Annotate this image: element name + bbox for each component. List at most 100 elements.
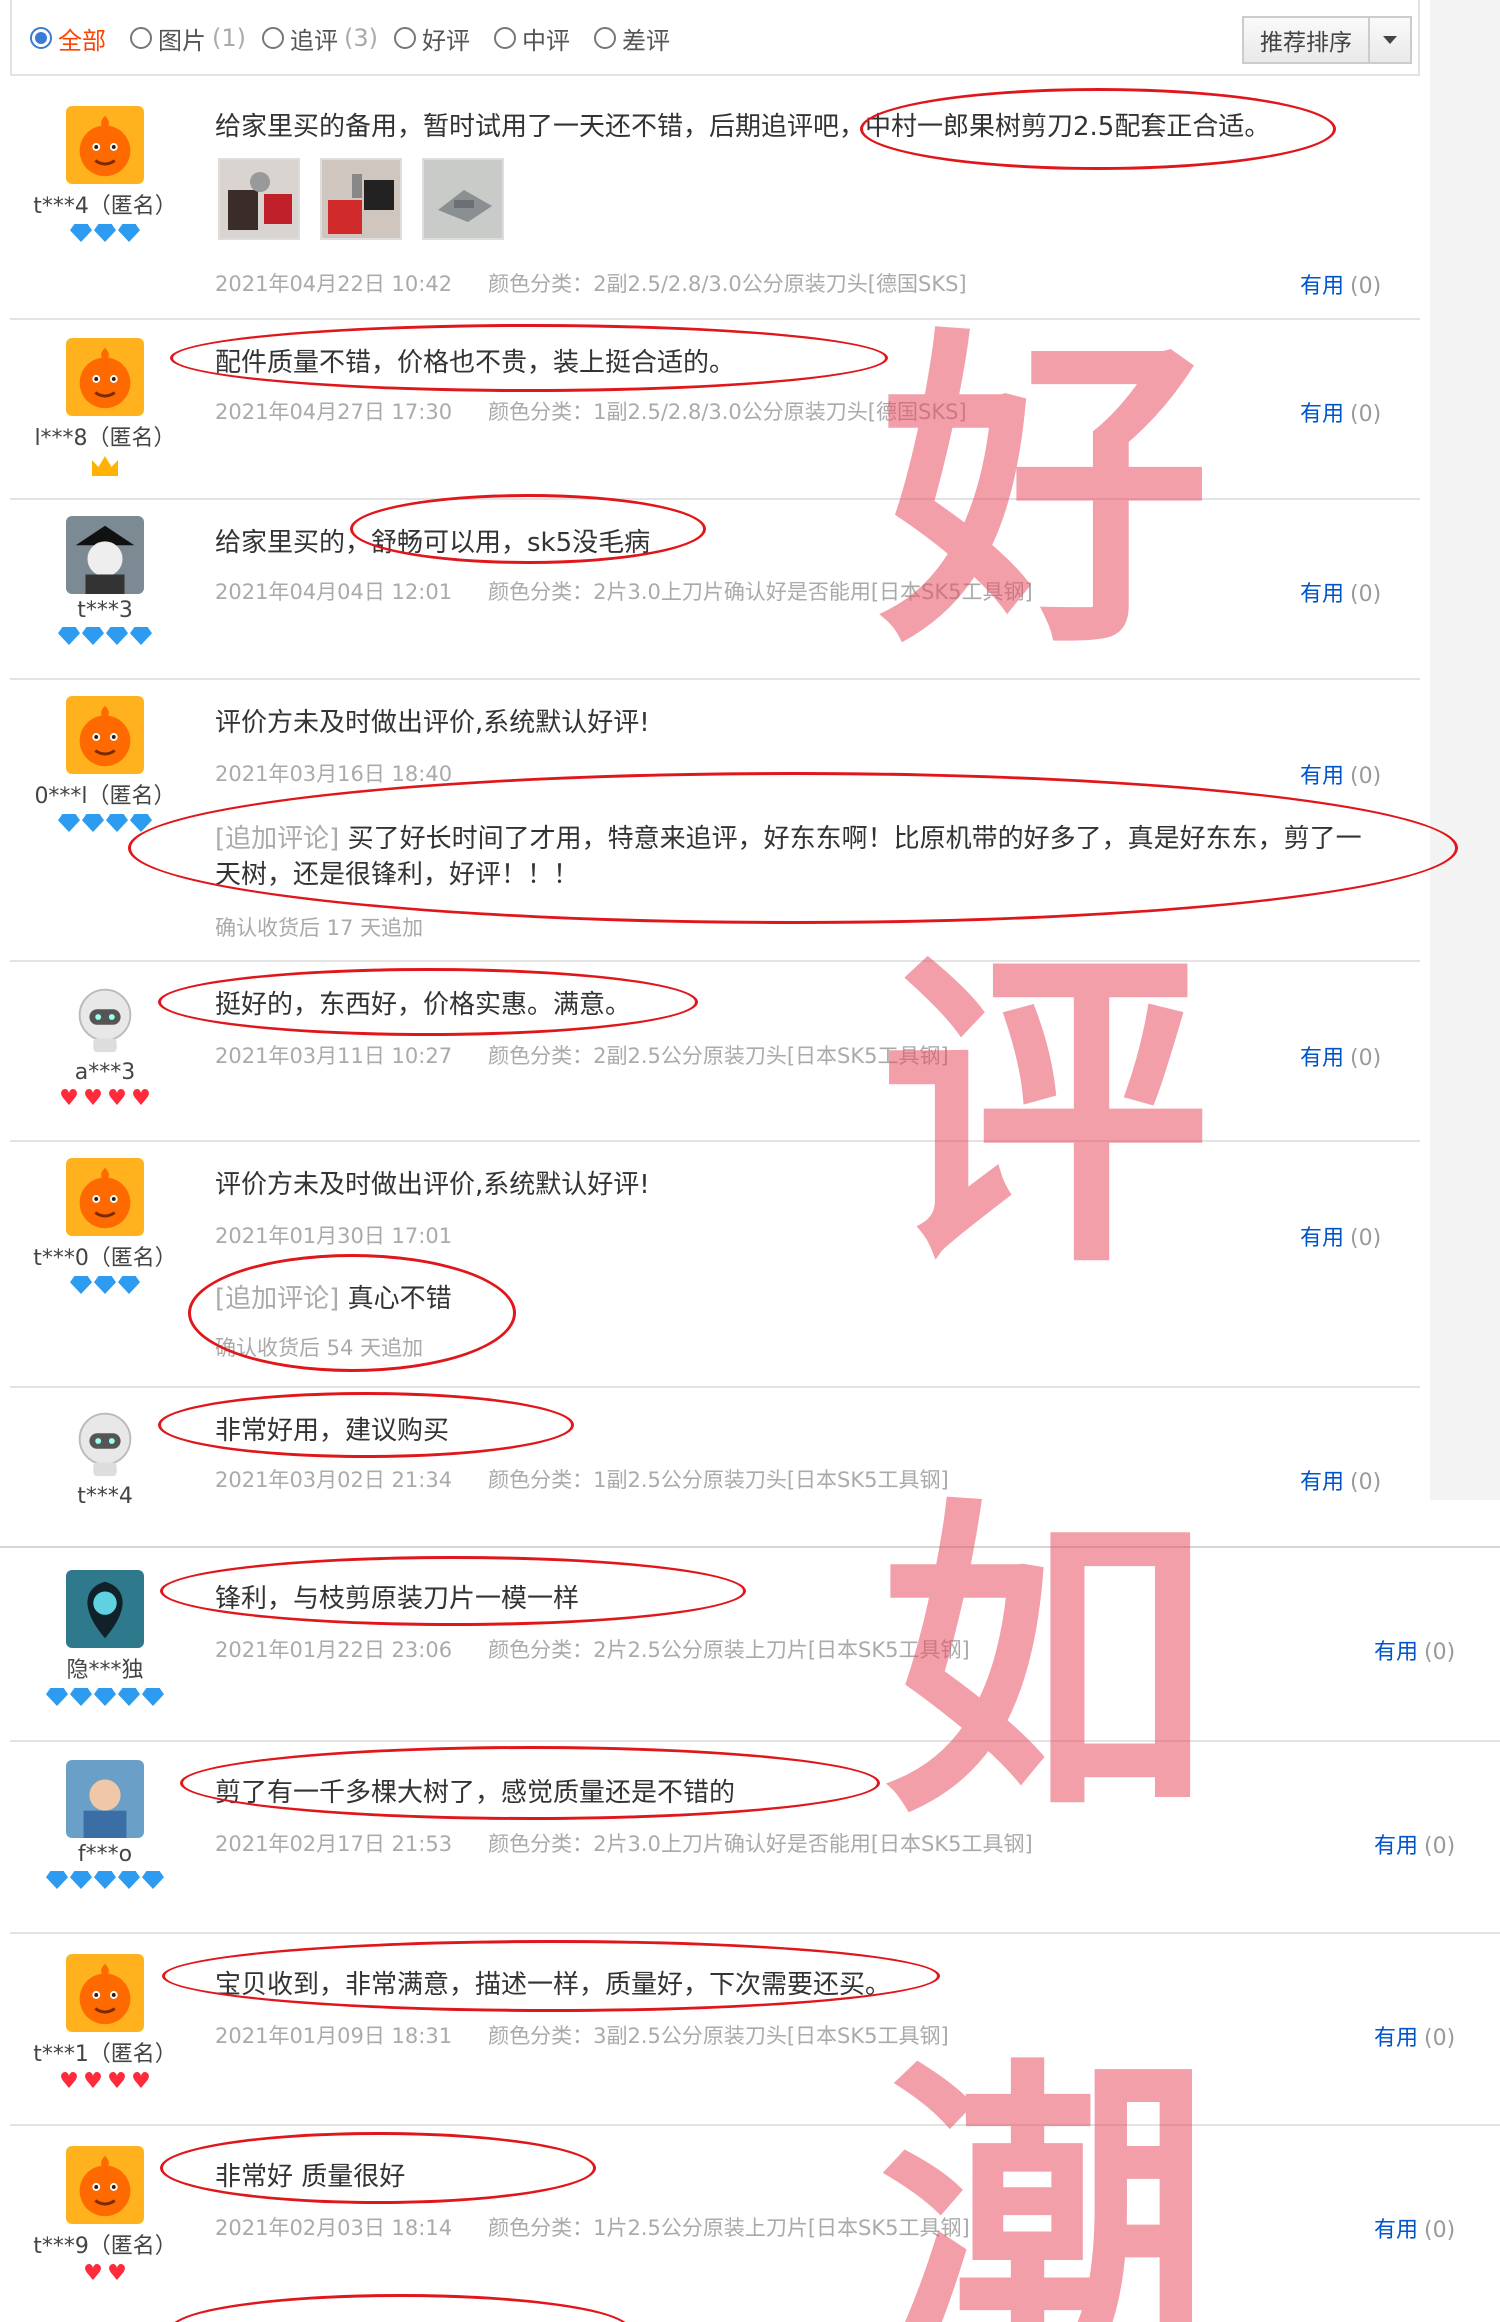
chevron-down-icon[interactable] [1370, 36, 1410, 44]
review-text: 给家里买的，舒畅可以用，sk5没毛病 [215, 528, 651, 558]
review-item: t***4（匿名） 给家里买的备用，暂时试用了一天还不错，后期追评吧，中村一郎果… [10, 78, 1420, 320]
review-photo[interactable] [422, 158, 504, 240]
review-item: l***8（匿名） 配件质量不错，价格也不贵，装上挺合适的。 2021年04月2… [10, 320, 1420, 500]
panel-divider [0, 1508, 1500, 1548]
review-meta: 2021年04月22日 10:42 颜色分类：2副2.5/2.8/3.0公分原装刀… [215, 272, 967, 296]
review-text: 锋利，与枝剪原装刀片一模一样 [215, 1584, 580, 1614]
filter-followup[interactable]: 追评 (3) [262, 18, 378, 58]
useful-button[interactable]: 有用 (0) [1300, 268, 1381, 300]
review-item: f***o 剪了有一千多棵大树了，感觉质量还是不错的 2021年02月17日 2… [10, 1742, 1500, 1934]
radio-icon[interactable] [262, 27, 284, 49]
radio-icon[interactable] [394, 27, 416, 49]
useful-button[interactable]: 有用 (0) [1300, 758, 1381, 790]
review-meta: 2021年03月11日 10:27 颜色分类：2副2.5公分原装刀头[日本SK5工… [215, 1044, 949, 1068]
review-filter-bar: 全部 图片 (1) 追评 (3) 好评 中评 差评 推荐排序 [10, 0, 1420, 76]
avatar[interactable] [66, 1158, 144, 1236]
useful-button[interactable]: 有用 (0) [1300, 1220, 1381, 1252]
review-item: t***3 给家里买的，舒畅可以用，sk5没毛病 2021年04月04日 12:… [10, 494, 1420, 680]
review-item: a***3 ♥ ♥ ♥ ♥ 挺好的，东西好，价格实惠。满意。 2021年03月11日 … [10, 962, 1420, 1142]
avatar[interactable] [66, 516, 144, 594]
avatar[interactable] [66, 1570, 144, 1648]
review-item: t***0（匿名） 评价方未及时做出评价,系统默认好评! 2021年01月30日… [10, 1142, 1420, 1388]
filter-positive[interactable]: 好评 [394, 18, 470, 58]
filter-all[interactable]: 全部 [30, 18, 106, 58]
useful-button[interactable]: 有用 (0) [1300, 1040, 1381, 1072]
review-photo[interactable] [218, 158, 300, 240]
avatar[interactable] [66, 1760, 144, 1838]
avatar[interactable] [66, 1954, 144, 2032]
useful-button[interactable]: 有用 (0) [1374, 2020, 1455, 2052]
review-meta: 2021年03月02日 21:34 颜色分类：1副2.5公分原装刀头[日本SK5工… [215, 1468, 949, 1492]
avatar[interactable] [66, 978, 144, 1056]
review-meta: 2021年03月16日 18:40 [215, 762, 453, 786]
level-badge: ♥ ♥ [83, 2261, 127, 2286]
useful-button[interactable]: 有用 (0) [1300, 576, 1381, 608]
level-badge [46, 1688, 164, 1706]
reviewer: t***9（匿名） ♥ ♥ [30, 2146, 180, 2286]
review-meta: 2021年04月04日 12:01 颜色分类：2片3.0上刀片确认好是否能用[日本… [215, 580, 1033, 604]
reviewer: 隐***独 [30, 1570, 180, 1706]
review-text: 非常好 质量很好 [215, 2162, 406, 2192]
level-badge [70, 1276, 140, 1294]
review-meta: 2021年02月17日 21:53 颜色分类：2片3.0上刀片确认好是否能用[日本… [215, 1832, 1033, 1856]
filter-negative[interactable]: 差评 [594, 18, 670, 58]
review-text: 非常好用，建议购买 [215, 1416, 450, 1446]
append-review-text-line2: 天树，还是很锋利，好评！！！ [215, 860, 580, 890]
reviewer: 0***l（匿名） [30, 696, 180, 832]
radio-icon[interactable] [494, 27, 516, 49]
avatar[interactable] [66, 696, 144, 774]
level-badge [58, 814, 152, 832]
radio-icon[interactable] [130, 27, 152, 49]
avatar[interactable] [66, 106, 144, 184]
level-badge [46, 1871, 164, 1889]
radio-checked-icon[interactable] [30, 27, 52, 49]
useful-button[interactable]: 有用 (0) [1300, 1464, 1381, 1496]
useful-button[interactable]: 有用 (0) [1300, 396, 1381, 428]
review-item: 0***l（匿名） 评价方未及时做出评价,系统默认好评! 2021年03月16日… [10, 680, 1458, 962]
reviewer: a***3 ♥ ♥ ♥ ♥ [30, 978, 180, 1111]
filter-pictures[interactable]: 图片 (1) [130, 18, 246, 58]
review-meta: 2021年02月03日 18:14 颜色分类：1片2.5公分原装上刀片[日本SK5… [215, 2216, 970, 2240]
useful-button[interactable]: 有用 (0) [1374, 1828, 1455, 1860]
level-badge [92, 456, 118, 476]
reviewer: t***0（匿名） [30, 1158, 180, 1294]
review-text: 挺好的，东西好，价格实惠。满意。 [215, 990, 632, 1020]
review-meta: 2021年01月09日 18:31 颜色分类：3副2.5公分原装刀头[日本SK5工… [215, 2024, 949, 2048]
append-note: 确认收货后 17 天追加 [215, 916, 424, 940]
review-text: 剪了有一千多棵大树了，感觉质量还是不错的 [215, 1778, 736, 1808]
reviewer: t***4（匿名） [30, 106, 180, 242]
avatar[interactable] [66, 2146, 144, 2224]
sort-dropdown[interactable]: 推荐排序 [1242, 16, 1412, 64]
append-note: 确认收货后 54 天追加 [215, 1336, 424, 1360]
useful-button[interactable]: 有用 (0) [1374, 2212, 1455, 2244]
review-text: 评价方未及时做出评价,系统默认好评! [215, 708, 650, 738]
filter-neutral[interactable]: 中评 [494, 18, 570, 58]
review-text: 配件质量不错，价格也不贵，装上挺合适的。 [215, 348, 736, 378]
avatar[interactable] [66, 1402, 144, 1480]
useful-button[interactable]: 有用 (0) [1374, 1634, 1455, 1666]
review-text: 给家里买的备用，暂时试用了一天还不错，后期追评吧，中村一郎果树剪刀2.5配套正合… [215, 112, 1271, 142]
level-badge: ♥ ♥ ♥ ♥ [59, 1086, 151, 1111]
highlight-ellipse [170, 2294, 630, 2322]
reviewer: t***1（匿名） ♥ ♥ ♥ ♥ [30, 1954, 180, 2094]
level-badge [70, 224, 140, 242]
review-item: t***1（匿名） ♥ ♥ ♥ ♥ 宝贝收到，非常满意，描述一样，质量好，下次需要还买… [10, 1934, 1500, 2126]
level-badge [58, 627, 152, 645]
avatar[interactable] [66, 338, 144, 416]
review-meta: 2021年04月27日 17:30 颜色分类：1副2.5/2.8/3.0公分原装刀… [215, 400, 967, 424]
level-badge: ♥ ♥ ♥ ♥ [59, 2069, 151, 2094]
review-text: 评价方未及时做出评价,系统默认好评! [215, 1170, 650, 1200]
review-item: 隐***独 锋利，与枝剪原装刀片一模一样 2021年01月22日 23:06 颜色… [10, 1548, 1500, 1742]
append-review-text: [追加评论] 真心不错 [215, 1284, 452, 1314]
review-meta: 2021年01月22日 23:06 颜色分类：2片2.5公分原装上刀片[日本SK5… [215, 1638, 970, 1662]
review-item: t***4 非常好用，建议购买 2021年03月02日 21:34 颜色分类：1副… [10, 1388, 1420, 1509]
reviewer: t***3 [30, 516, 180, 645]
review-meta: 2021年01月30日 17:01 [215, 1224, 453, 1248]
reviewer: f***o [30, 1760, 180, 1889]
append-review-text: [追加评论] 买了好长时间了才用，特意来追评，好东东啊！比原机带的好多了，真是好… [215, 824, 1362, 854]
reviewer: t***4 [30, 1402, 180, 1509]
radio-icon[interactable] [594, 27, 616, 49]
reviewer: l***8（匿名） [30, 338, 180, 476]
review-item: t***9（匿名） ♥ ♥ 非常好 质量很好 2021年02月03日 18:14 颜… [10, 2126, 1500, 2322]
review-photo[interactable] [320, 158, 402, 240]
